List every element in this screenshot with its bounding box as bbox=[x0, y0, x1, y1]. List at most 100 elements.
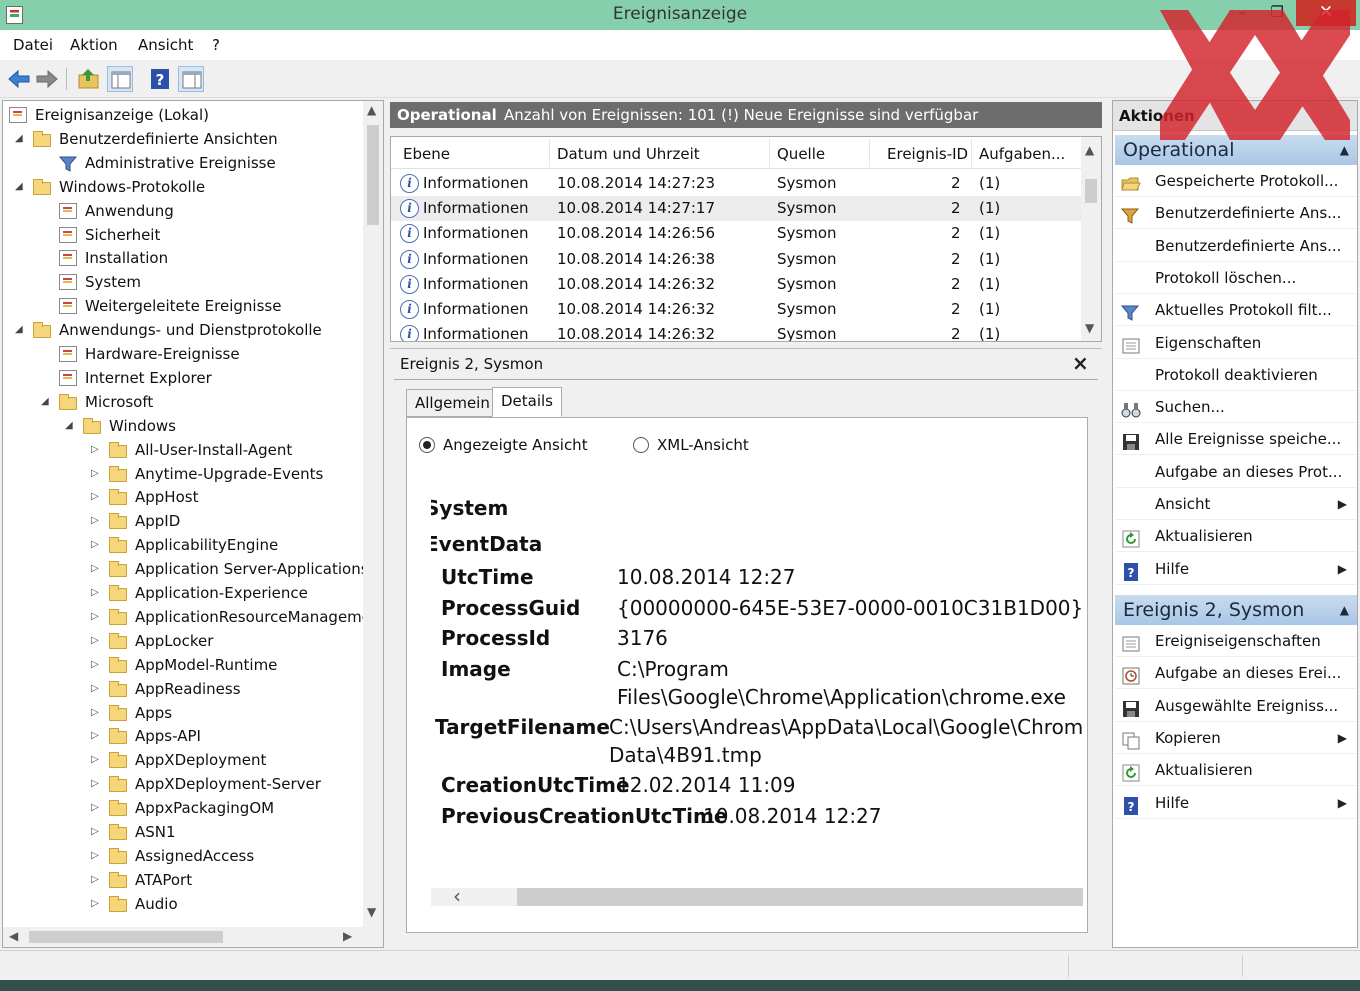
section-event-2-sysmon[interactable]: Ereignis 2, Sysmon ▲ bbox=[1115, 595, 1357, 625]
radio-friendly-view[interactable]: Angezeigte Ansicht bbox=[419, 436, 588, 454]
action-item[interactable]: Suchen... bbox=[1115, 391, 1357, 424]
tree-item[interactable]: ▷ AppHost bbox=[3, 485, 363, 509]
collapse-arrow-icon[interactable]: ◢ bbox=[15, 318, 27, 342]
action-item[interactable]: Benutzerdefinierte Ans... bbox=[1115, 230, 1357, 262]
tree-item[interactable]: ▷ All-User-Install-Agent bbox=[3, 438, 363, 462]
tree-item[interactable]: Sicherheit bbox=[3, 223, 363, 247]
tree-item[interactable]: ◢ Microsoft bbox=[3, 390, 363, 414]
tree-item[interactable]: Weitergeleitete Ereignisse bbox=[3, 294, 363, 318]
scroll-right-icon[interactable]: ▶ bbox=[343, 929, 352, 943]
action-item[interactable]: Ansicht ▶ bbox=[1115, 488, 1357, 520]
action-item[interactable]: Kopieren ▶ bbox=[1115, 722, 1357, 754]
tree-item[interactable]: ▷ Application Server-Applications bbox=[3, 557, 369, 581]
details-horizontal-scrollbar[interactable]: ‹ bbox=[431, 884, 1083, 908]
action-item[interactable]: Aktuelles Protokoll filt... bbox=[1115, 294, 1357, 327]
tree-item[interactable]: ▷ AppxPackagingOM bbox=[3, 796, 363, 820]
tab-details[interactable]: Details bbox=[492, 387, 563, 417]
action-item[interactable]: Eigenschaften bbox=[1115, 327, 1357, 359]
tree-item[interactable]: Anwendung bbox=[3, 199, 363, 223]
expand-arrow-icon[interactable]: ▷ bbox=[91, 701, 103, 725]
tree-item[interactable]: ▷ ASN1 bbox=[3, 820, 363, 844]
column-quelle[interactable]: Quelle bbox=[777, 145, 825, 163]
menu-help[interactable]: ? bbox=[212, 36, 220, 54]
column-ebene[interactable]: Ebene bbox=[403, 145, 450, 163]
maximize-button[interactable]: ❐ bbox=[1262, 0, 1292, 26]
expand-arrow-icon[interactable]: ▷ bbox=[91, 605, 103, 629]
tree-item[interactable]: ▷ AppModel-Runtime bbox=[3, 653, 363, 677]
details-hscroll-thumb[interactable] bbox=[517, 888, 1083, 906]
folder-up-icon[interactable] bbox=[76, 66, 102, 92]
tree-item[interactable]: ▷ ApplicabilityEngine bbox=[3, 533, 363, 557]
column-datum[interactable]: Datum und Uhrzeit bbox=[557, 145, 700, 163]
tree-item[interactable]: ▷ Apps-API bbox=[3, 724, 363, 748]
tree-horizontal-scrollbar[interactable]: ◀ ▶ bbox=[3, 927, 383, 947]
action-item[interactable]: ? Hilfe ▶ bbox=[1115, 553, 1357, 585]
expand-arrow-icon[interactable]: ▷ bbox=[91, 868, 103, 892]
section-operational[interactable]: Operational ▲ bbox=[1115, 135, 1357, 165]
expand-arrow-icon[interactable]: ▷ bbox=[91, 724, 103, 748]
scroll-up-icon[interactable]: ▲ bbox=[367, 103, 376, 117]
tree-hscroll-thumb[interactable] bbox=[29, 931, 223, 943]
menu-aktion[interactable]: Aktion bbox=[70, 36, 118, 54]
action-item[interactable]: Protokoll löschen... bbox=[1115, 262, 1357, 294]
expand-arrow-icon[interactable]: ▷ bbox=[91, 533, 103, 557]
action-item[interactable]: Protokoll deaktivieren bbox=[1115, 359, 1357, 391]
collapse-triangle-icon[interactable]: ▲ bbox=[1340, 595, 1349, 625]
expand-arrow-icon[interactable]: ▷ bbox=[91, 581, 103, 605]
tree-item[interactable]: ▷ ApplicationResourceManageme bbox=[3, 605, 371, 629]
table-row[interactable]: i Informationen 10.08.2014 14:26:32 Sysmon 2… bbox=[391, 272, 1083, 297]
table-row[interactable]: i Informationen 10.08.2014 14:27:23 Sysmon 2… bbox=[391, 171, 1083, 196]
expand-arrow-icon[interactable]: ▷ bbox=[91, 844, 103, 868]
tree-item[interactable]: ▷ AppID bbox=[3, 509, 363, 533]
expand-arrow-icon[interactable]: ▷ bbox=[91, 820, 103, 844]
section-system[interactable]: System bbox=[431, 496, 508, 520]
tree-item[interactable]: ▷ AssignedAccess bbox=[3, 844, 363, 868]
tab-allgemein[interactable]: Allgemein bbox=[406, 389, 499, 417]
tree-item[interactable]: ◢ Benutzerdefinierte Ansichten bbox=[3, 127, 363, 151]
close-button[interactable]: ✕ bbox=[1296, 0, 1356, 26]
action-item[interactable]: Aufgabe an dieses Prot... bbox=[1115, 456, 1357, 488]
expand-arrow-icon[interactable]: ▷ bbox=[91, 677, 103, 701]
expand-arrow-icon[interactable]: ▷ bbox=[91, 653, 103, 677]
collapse-arrow-icon[interactable]: ◢ bbox=[41, 390, 53, 414]
column-separator[interactable] bbox=[549, 139, 550, 167]
forward-arrow-icon[interactable] bbox=[34, 66, 60, 92]
tree-item[interactable]: ▷ Audio bbox=[3, 892, 363, 916]
expand-arrow-icon[interactable]: ▷ bbox=[91, 438, 103, 462]
action-item[interactable]: Gespeicherte Protokoll... bbox=[1115, 165, 1357, 197]
column-separator[interactable] bbox=[869, 139, 870, 167]
tree-item[interactable]: ▷ AppLocker bbox=[3, 629, 363, 653]
table-row[interactable]: i Informationen 10.08.2014 14:26:38 Sysmon 2… bbox=[391, 247, 1083, 272]
tree-item[interactable]: System bbox=[3, 270, 363, 294]
scroll-up-icon[interactable]: ▲ bbox=[1085, 143, 1094, 157]
radio-unchecked-icon[interactable] bbox=[633, 437, 649, 453]
menu-ansicht[interactable]: Ansicht bbox=[138, 36, 193, 54]
scroll-left-icon[interactable]: ‹ bbox=[453, 884, 461, 908]
table-row[interactable]: i Informationen 10.08.2014 14:27:17 Sysmon 2… bbox=[391, 196, 1083, 222]
radio-xml-view[interactable]: XML-Ansicht bbox=[633, 436, 749, 454]
tree-item[interactable]: ▷ Apps bbox=[3, 701, 363, 725]
help-icon[interactable]: ? bbox=[147, 66, 173, 92]
expand-arrow-icon[interactable]: ▷ bbox=[91, 557, 103, 581]
section-eventdata[interactable]: EventData bbox=[431, 532, 542, 556]
table-row[interactable]: i Informationen 10.08.2014 14:26:32 Sysmon 2… bbox=[391, 322, 1083, 341]
tree-item[interactable]: ▷ ATAPort bbox=[3, 868, 363, 892]
tree-item[interactable]: Hardware-Ereignisse bbox=[3, 342, 363, 366]
tree-vertical-scrollbar[interactable]: ▲ ▼ bbox=[363, 101, 383, 929]
radio-checked-icon[interactable] bbox=[419, 437, 435, 453]
tree-item[interactable]: ▷ Anytime-Upgrade-Events bbox=[3, 462, 363, 486]
tree-item[interactable]: ▷ AppXDeployment-Server bbox=[3, 772, 363, 796]
expand-arrow-icon[interactable]: ▷ bbox=[91, 796, 103, 820]
action-item[interactable]: Benutzerdefinierte Ans... bbox=[1115, 197, 1357, 230]
action-item[interactable]: Ausgewählte Ereigniss... bbox=[1115, 690, 1357, 722]
minimize-button[interactable]: – bbox=[1228, 0, 1256, 26]
event-list-scroll-thumb[interactable] bbox=[1085, 179, 1097, 203]
tree-item[interactable]: ◢ Anwendungs- und Dienstprotokolle bbox=[3, 318, 363, 342]
table-row[interactable]: i Informationen 10.08.2014 14:26:32 Sysmon 2… bbox=[391, 297, 1083, 322]
action-item[interactable]: ? Hilfe ▶ bbox=[1115, 787, 1357, 819]
tree-item[interactable]: ▷ AppReadiness bbox=[3, 677, 363, 701]
collapse-arrow-icon[interactable]: ◢ bbox=[15, 175, 27, 199]
tree-item[interactable]: ▷ Application-Experience bbox=[3, 581, 363, 605]
expand-arrow-icon[interactable]: ▷ bbox=[91, 892, 103, 916]
tree-item[interactable]: Ereignisanzeige (Lokal) bbox=[3, 103, 363, 127]
